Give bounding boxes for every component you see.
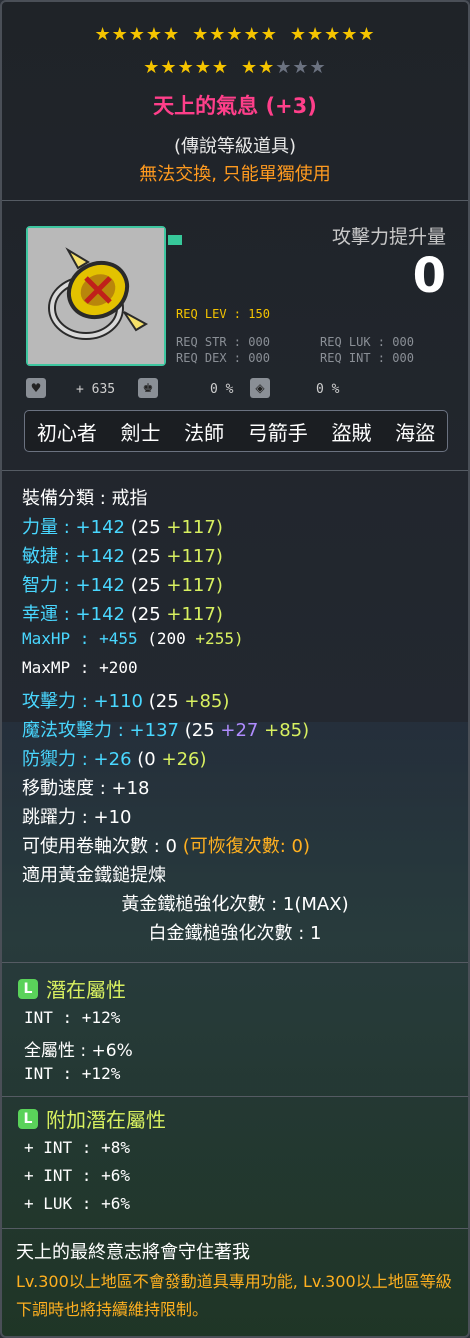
- star-force-row-1: ★★★★★ ★★★★★ ★★★★★: [94, 24, 376, 45]
- stat-speed: 移動速度 : +18: [22, 778, 150, 799]
- job-list: 初心者 劍士 法師 弓箭手 盜賊 海盜: [24, 410, 448, 452]
- gold-hammer-count: 黃金鐵槌強化次數 : 1(MAX): [121, 894, 349, 915]
- star-force-row-2: ★★★★★ ★★★★★: [143, 57, 327, 78]
- hammer-applied: 適用黃金鐵鎚提煉: [22, 865, 166, 886]
- fame-icon: ♥: [26, 378, 46, 398]
- potential-header: L 潛在屬性: [18, 974, 126, 1003]
- additional-potential-line-1: + INT : +8%: [24, 1138, 130, 1157]
- stat-atk: 攻擊力 : +110 (25 +85): [22, 691, 230, 712]
- additional-potential-line-2: + INT : +6%: [24, 1166, 130, 1185]
- divider: [2, 200, 468, 201]
- item-flavor-text: 天上的最終意志將會守住著我: [16, 1242, 250, 1263]
- small-stat-pct1: 0 %: [210, 382, 234, 397]
- req-int: REQ INT : 000: [320, 351, 414, 365]
- legendary-grade-icon: L: [18, 978, 38, 999]
- potential-line-2: 全屬性 : +6%: [24, 1041, 133, 1061]
- attack-boost-label: 攻擊力提升量: [331, 226, 446, 248]
- scroll-slots: 可使用卷軸次數 : 0 (可恢復次數: 0): [22, 836, 310, 857]
- job-thief: 盜賊: [331, 420, 372, 445]
- job-magician: 法師: [184, 420, 225, 445]
- attack-boost-value: 0: [412, 248, 446, 304]
- req-str: REQ STR : 000: [176, 335, 270, 349]
- job-warrior: 劍士: [120, 420, 161, 445]
- small-stat-pct2: 0 %: [316, 382, 340, 397]
- ring-icon: [28, 228, 164, 364]
- stat-def: 防禦力 : +26 (0 +26): [22, 749, 207, 770]
- potential-title: 潛在屬性: [46, 978, 126, 1002]
- stat-maxmp: MaxMP : +200: [22, 658, 138, 677]
- stat-int: 智力 : +142 (25 +117): [22, 575, 223, 596]
- job-beginner: 初心者: [36, 420, 97, 445]
- item-title: 天上的氣息 (+3): [153, 94, 317, 118]
- additional-potential-line-3: + LUK : +6%: [24, 1194, 130, 1213]
- item-tooltip: ★★★★★ ★★★★★ ★★★★★ ★★★★★ ★★★★★ 天上的氣息 (+3) (傳…: [0, 0, 470, 1338]
- item-restriction-text: Lv.300以上地區不會發動道具專用功能, Lv.300以上地區等級下調時也將持…: [16, 1272, 452, 1319]
- stat-str: 力量 : +142 (25 +117): [22, 517, 223, 538]
- potential-line-3: INT : +12%: [24, 1064, 121, 1083]
- legendary-grade-icon: L: [18, 1108, 38, 1129]
- stat-maxhp: MaxHP : +455 (200 +255): [22, 629, 244, 648]
- job-bowman: 弓箭手: [247, 420, 308, 445]
- flag-icon: [168, 235, 182, 245]
- platinum-hammer-count: 白金鐵槌強化次數 : 1: [148, 923, 322, 944]
- req-dex: REQ DEX : 000: [176, 351, 270, 365]
- item-icon-frame: [26, 226, 166, 366]
- stat-jump: 跳躍力 : +10: [22, 807, 132, 828]
- divider: [2, 962, 468, 963]
- divider: [2, 470, 468, 471]
- divider: [2, 1228, 468, 1229]
- small-stat-plus: + 635: [76, 382, 116, 397]
- stat-matk: 魔法攻擊力 : +137 (25 +27 +85): [22, 720, 310, 741]
- trait-icon: ♚: [138, 378, 158, 398]
- divider: [2, 1096, 468, 1097]
- equip-category: 裝備分類 : 戒指: [22, 488, 148, 509]
- shield-icon: ◈: [250, 378, 270, 398]
- potential-line-1: INT : +12%: [24, 1008, 121, 1027]
- additional-potential-header: L 附加潛在屬性: [18, 1104, 166, 1133]
- req-luk: REQ LUK : 000: [320, 335, 414, 349]
- job-pirate: 海盜: [395, 420, 436, 445]
- additional-potential-title: 附加潛在屬性: [46, 1108, 166, 1132]
- item-grade: (傳說等級道具): [173, 136, 297, 157]
- stat-luk: 幸運 : +142 (25 +117): [22, 604, 223, 625]
- req-level: REQ LEV : 150: [176, 307, 270, 321]
- trade-note: 無法交換, 只能單獨使用: [139, 164, 331, 185]
- stat-dex: 敏捷 : +142 (25 +117): [22, 546, 223, 567]
